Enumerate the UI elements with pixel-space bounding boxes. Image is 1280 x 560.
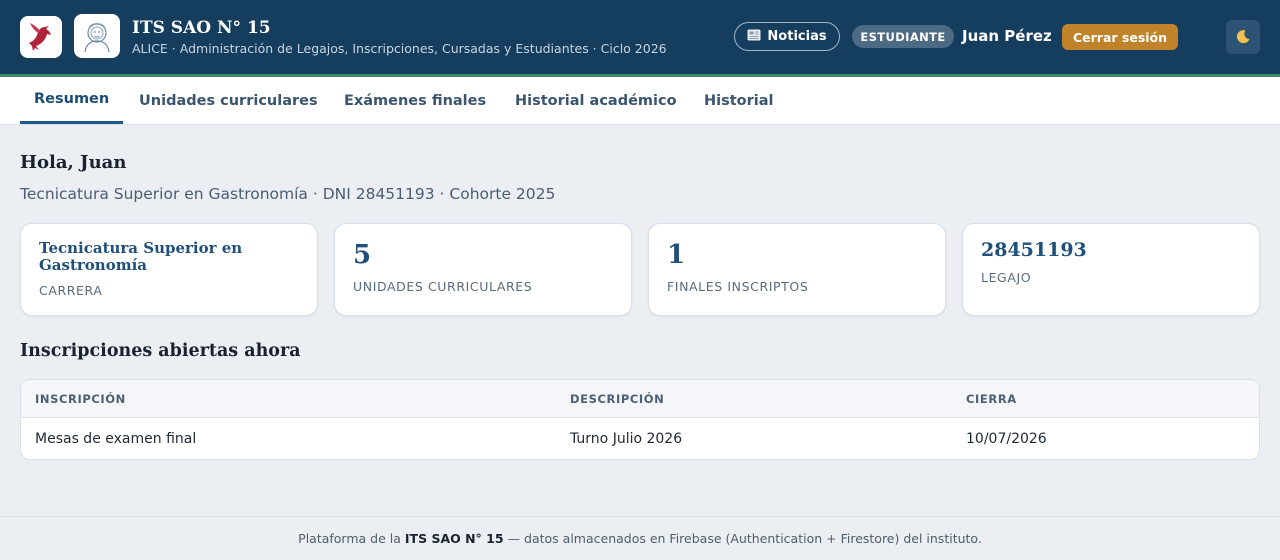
stat-card-unidades: 5 UNIDADES CURRICULARES — [334, 223, 632, 316]
tab-historial[interactable]: Historial — [690, 77, 788, 124]
footer-suffix: — datos almacenados en Firebase (Authent… — [507, 531, 982, 546]
tab-examenes-finales[interactable]: Exámenes finales — [330, 77, 500, 124]
news-button-label: Noticias — [767, 29, 827, 44]
stat-card-value: Tecnicatura Superior en Gastronomía — [39, 239, 243, 274]
bird-icon — [29, 23, 51, 51]
column-header-cierra: CIERRA — [966, 392, 1017, 406]
table-row[interactable]: Mesas de examen final Turno Julio 2026 1… — [21, 418, 1259, 459]
stat-card-value: 5 — [353, 240, 372, 270]
column-header-descripcion: DESCRIPCIÓN — [570, 392, 665, 406]
stat-card-carrera: Tecnicatura Superior en Gastronomía CARR… — [20, 223, 318, 316]
tab-unidades-curriculares[interactable]: Unidades curriculares — [125, 77, 332, 124]
theme-toggle-button[interactable] — [1226, 20, 1260, 54]
user-name: Juan Pérez — [962, 27, 1052, 45]
news-button[interactable]: Noticias — [734, 22, 840, 51]
stat-card-label: CARRERA — [39, 283, 103, 298]
stat-card-label: LEGAJO — [981, 270, 1032, 285]
greeting-heading: Hola, Juan — [20, 152, 127, 173]
footer-institution: ITS SAO N° 15 — [404, 531, 504, 546]
portrait-icon — [84, 23, 110, 53]
stat-card-finales: 1 FINALES INSCRIPTOS — [648, 223, 946, 316]
column-header-inscripcion: INSCRIPCIÓN — [35, 392, 126, 406]
app-subtitle: ALICE · Administración de Legajos, Inscr… — [132, 41, 667, 56]
student-summary-line: Tecnicatura Superior en Gastronomía · DN… — [20, 185, 556, 203]
tab-resumen[interactable]: Resumen — [20, 77, 124, 124]
inscripciones-table: INSCRIPCIÓN DESCRIPCIÓN CIERRA Mesas de … — [20, 379, 1260, 460]
app-title: ITS SAO N° 15 — [132, 18, 271, 38]
institution-portrait-logo — [74, 14, 120, 58]
role-badge: ESTUDIANTE — [852, 25, 954, 48]
table-cell-inscripcion: Mesas de examen final — [35, 431, 197, 447]
stat-card-value: 28451193 — [981, 239, 1087, 261]
moon-icon — [1236, 30, 1250, 44]
stat-card-label: FINALES INSCRIPTOS — [667, 279, 809, 294]
footer-prefix: Plataforma de la — [298, 531, 401, 546]
tab-historial-academico[interactable]: Historial académico — [501, 77, 691, 124]
table-cell-descripcion: Turno Julio 2026 — [570, 431, 683, 447]
tab-bar: Resumen Unidades curriculares Exámenes f… — [0, 77, 1280, 125]
section-title-inscripciones: Inscripciones abiertas ahora — [20, 341, 301, 361]
table-header-row: INSCRIPCIÓN DESCRIPCIÓN CIERRA — [21, 380, 1259, 418]
logout-button[interactable]: Cerrar sesión — [1062, 24, 1178, 50]
stat-card-label: UNIDADES CURRICULARES — [353, 279, 533, 294]
page-footer: Plataforma de la ITS SAO N° 15 — datos a… — [0, 516, 1280, 560]
stat-card-value: 1 — [667, 240, 686, 270]
stat-card-legajo: 28451193 LEGAJO — [962, 223, 1260, 316]
top-header: ITS SAO N° 15 ALICE · Administración de … — [0, 0, 1280, 74]
table-cell-cierra: 10/07/2026 — [966, 431, 1047, 447]
bird-logo — [20, 16, 62, 58]
newspaper-icon — [747, 29, 761, 45]
